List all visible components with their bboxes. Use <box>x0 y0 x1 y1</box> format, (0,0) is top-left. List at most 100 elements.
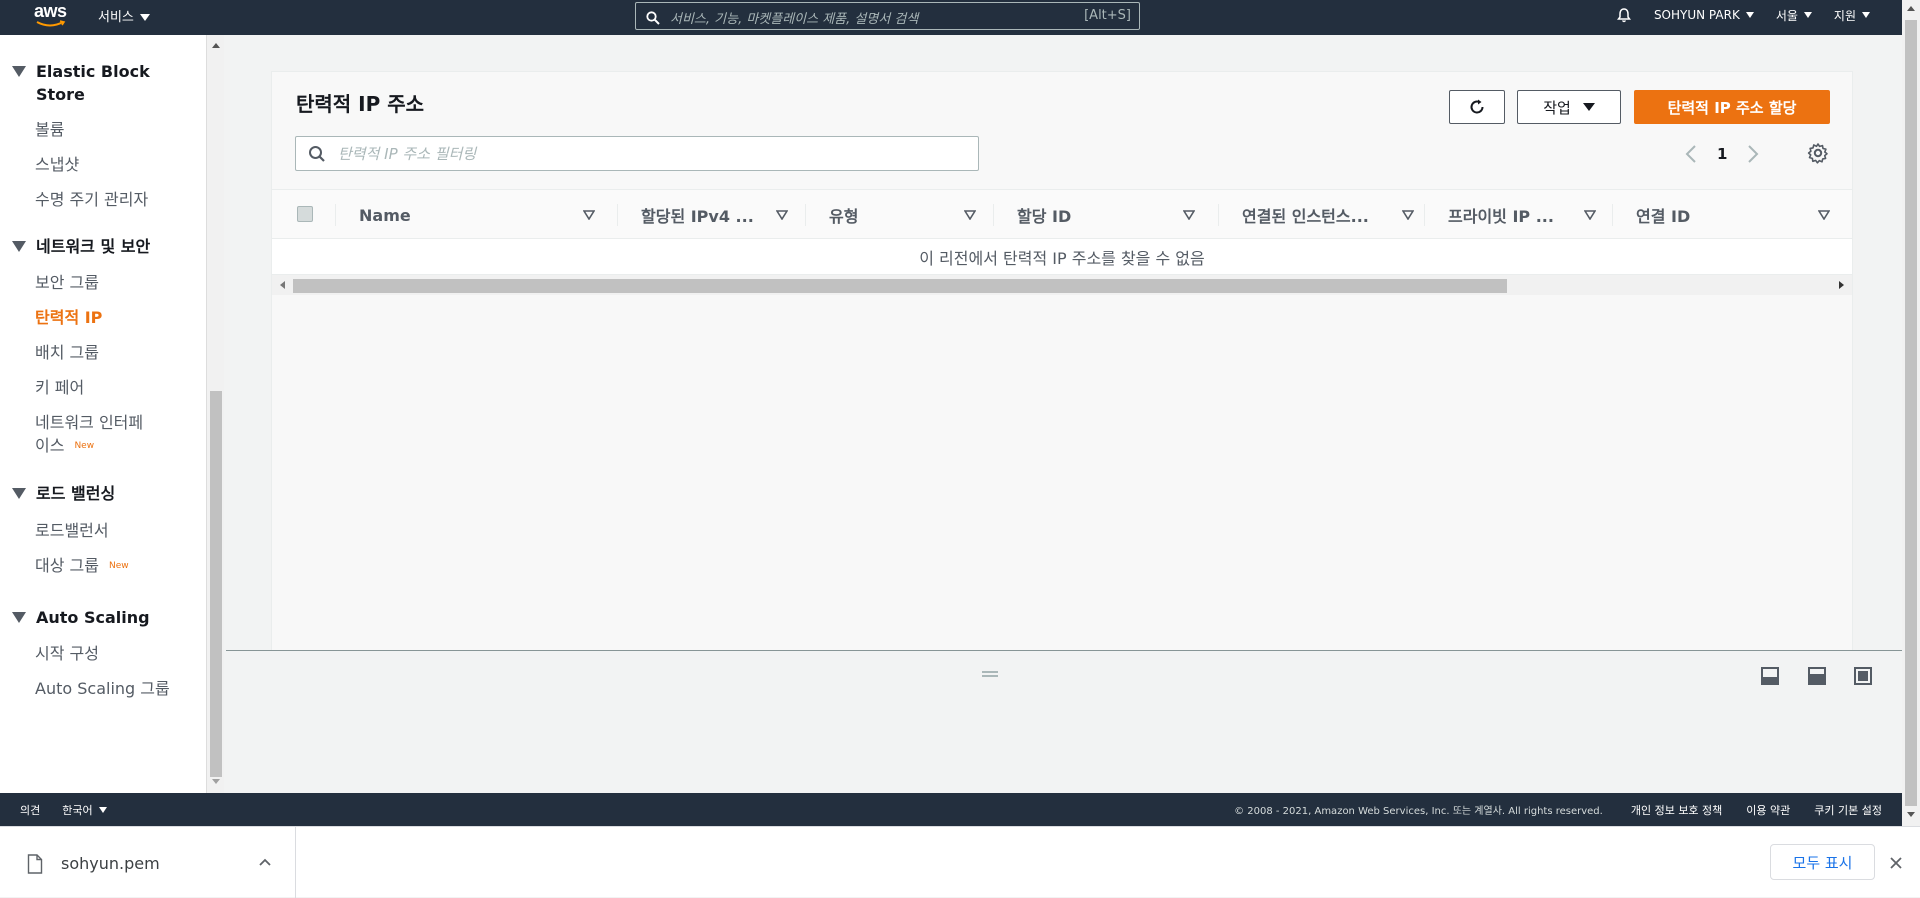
sort-icon <box>583 210 595 220</box>
sidebar-navigation: Elastic Block Store 볼륨 스냅샷 수명 주기 관리자 네트워크… <box>0 35 206 793</box>
account-menu-button[interactable]: SOHYUN PARK <box>1654 8 1754 22</box>
select-all-checkbox[interactable] <box>297 206 313 222</box>
sidebar-section-auto-scaling[interactable]: Auto Scaling <box>12 606 150 629</box>
support-label: 지원 <box>1833 8 1856 23</box>
chevron-left-icon[interactable] <box>1685 144 1697 164</box>
allocate-elastic-ip-button[interactable]: 탄력적 IP 주소 할당 <box>1634 90 1830 124</box>
page-number[interactable]: 1 <box>1717 145 1727 163</box>
actions-label: 작업 <box>1543 98 1571 117</box>
column-divider <box>993 204 994 226</box>
column-divider <box>805 204 806 226</box>
sidebar-section-load-balancing[interactable]: 로드 밸런싱 <box>12 482 115 505</box>
split-side-icon[interactable] <box>1807 666 1827 686</box>
aws-logo[interactable]: aws <box>34 0 74 35</box>
split-panel <box>226 650 1902 793</box>
chevron-down-icon <box>1862 12 1870 18</box>
sidebar-scrollbar[interactable] <box>206 35 224 793</box>
sidebar-item-target-groups[interactable]: 대상 그룹 New <box>35 554 129 578</box>
terms-link[interactable]: 이용 약관 <box>1746 802 1790 818</box>
search-icon <box>309 146 325 162</box>
sort-icon <box>1818 210 1830 220</box>
new-badge: New <box>74 441 95 451</box>
sidebar-item-key-pairs[interactable]: 키 페어 <box>35 376 84 399</box>
caret-down-icon <box>12 66 26 77</box>
chevron-right-icon[interactable] <box>1747 144 1759 164</box>
sidebar-item-elastic-ip[interactable]: 탄력적 IP <box>35 306 102 329</box>
bell-icon[interactable] <box>1616 7 1632 23</box>
sidebar-item-snapshots[interactable]: 스냅샷 <box>35 153 79 176</box>
cookie-preferences-link[interactable]: 쿠키 기본 설정 <box>1814 802 1882 818</box>
scroll-right-arrow-icon[interactable] <box>1839 281 1844 289</box>
chevron-down-icon <box>1745 12 1754 18</box>
region-menu-button[interactable]: 서울 <box>1776 7 1812 24</box>
global-search-input[interactable]: 서비스, 기능, 마켓플레이스 제품, 설명서 검색 [Alt+S] <box>635 2 1140 30</box>
table-header: Name 할당된 IPv4 ... 유형 할당 ID 연결된 인스턴스... 프… <box>272 189 1852 239</box>
actions-dropdown-button[interactable]: 작업 <box>1517 90 1621 124</box>
split-full-icon[interactable] <box>1853 666 1873 686</box>
support-menu-button[interactable]: 지원 <box>1834 7 1870 24</box>
caret-down-icon <box>1582 103 1595 111</box>
scrollbar-thumb[interactable] <box>293 279 1507 293</box>
sidebar-section-title: 네트워크 및 보안 <box>36 237 151 256</box>
scrollbar-thumb[interactable] <box>210 391 222 777</box>
column-header-allocated-ipv4[interactable]: 할당된 IPv4 ... <box>641 190 791 240</box>
column-divider <box>1424 204 1425 226</box>
show-all-downloads-button[interactable]: 모두 표시 <box>1770 844 1875 880</box>
language-label: 한국어 <box>62 803 93 817</box>
pagination: 1 <box>1685 142 1759 166</box>
page-scrollbar[interactable] <box>1902 0 1920 826</box>
scroll-down-arrow-icon[interactable] <box>212 779 220 784</box>
sidebar-item-volumes[interactable]: 볼륨 <box>35 118 64 141</box>
sidebar-item-auto-scaling-groups[interactable]: Auto Scaling 그룹 <box>35 677 170 700</box>
scroll-up-arrow-icon[interactable] <box>212 43 220 48</box>
browser-download-bar: sohyun.pem 모두 표시 <box>0 826 1920 898</box>
sidebar-item-launch-configurations[interactable]: 시작 구성 <box>35 642 99 665</box>
aws-smile-icon <box>36 20 66 27</box>
sidebar-section-network-security[interactable]: 네트워크 및 보안 <box>12 235 150 258</box>
language-selector[interactable]: 한국어 <box>62 802 107 818</box>
privacy-policy-link[interactable]: 개인 정보 보호 정책 <box>1631 802 1722 818</box>
sidebar-section-ebs[interactable]: Elastic Block Store <box>12 60 150 106</box>
scroll-up-arrow-icon[interactable] <box>1907 6 1915 11</box>
column-header-private-ip[interactable]: 프라이빗 IP ... <box>1448 190 1598 240</box>
column-divider <box>617 204 618 226</box>
refresh-button[interactable] <box>1449 90 1505 124</box>
table-horizontal-scrollbar[interactable] <box>272 275 1852 295</box>
sort-icon <box>1183 210 1195 220</box>
column-header-allocation-id[interactable]: 할당 ID <box>1017 190 1197 240</box>
new-badge: New <box>108 561 129 571</box>
sort-icon <box>1402 210 1414 220</box>
chevron-up-icon[interactable] <box>258 857 272 867</box>
aws-logo-text: aws <box>34 1 67 21</box>
column-header-association-id[interactable]: 연결 ID <box>1636 190 1836 240</box>
scroll-left-arrow-icon[interactable] <box>280 281 285 289</box>
sidebar-item-network-interfaces[interactable]: 네트워크 인터페 이스 New <box>35 411 143 458</box>
sidebar-item-security-groups[interactable]: 보안 그룹 <box>35 271 99 294</box>
close-icon[interactable] <box>1889 856 1903 870</box>
column-divider <box>335 204 336 226</box>
filter-field[interactable] <box>295 136 979 171</box>
page-title: 탄력적 IP 주소 <box>296 92 425 116</box>
chevron-down-icon <box>139 14 150 21</box>
resize-handle[interactable] <box>982 671 998 679</box>
services-menu-button[interactable]: 서비스 <box>98 0 150 35</box>
sidebar-item-placement-groups[interactable]: 배치 그룹 <box>35 341 99 364</box>
gear-icon[interactable] <box>1807 142 1829 164</box>
scroll-down-arrow-icon[interactable] <box>1907 812 1915 817</box>
split-bottom-icon[interactable] <box>1760 666 1780 686</box>
column-header-type[interactable]: 유형 <box>829 190 979 240</box>
scrollbar-thumb[interactable] <box>1905 20 1917 806</box>
feedback-link[interactable]: 의견 <box>20 802 40 818</box>
column-header-name[interactable]: Name <box>359 190 595 240</box>
sidebar-section-title: Auto Scaling <box>36 608 150 627</box>
empty-table-message: 이 리전에서 탄력적 IP 주소를 찾을 수 없음 <box>272 239 1852 275</box>
sort-icon <box>1584 210 1596 220</box>
download-item[interactable]: sohyun.pem <box>0 827 296 898</box>
sidebar-item-load-balancers[interactable]: 로드밸런서 <box>35 519 109 542</box>
search-icon <box>646 11 660 25</box>
filter-input[interactable] <box>336 141 966 166</box>
sort-icon <box>776 210 788 220</box>
caret-down-icon <box>12 241 26 252</box>
sidebar-item-lifecycle-manager[interactable]: 수명 주기 관리자 <box>35 188 148 211</box>
column-header-associated-instance[interactable]: 연결된 인스턴스... <box>1242 190 1422 240</box>
